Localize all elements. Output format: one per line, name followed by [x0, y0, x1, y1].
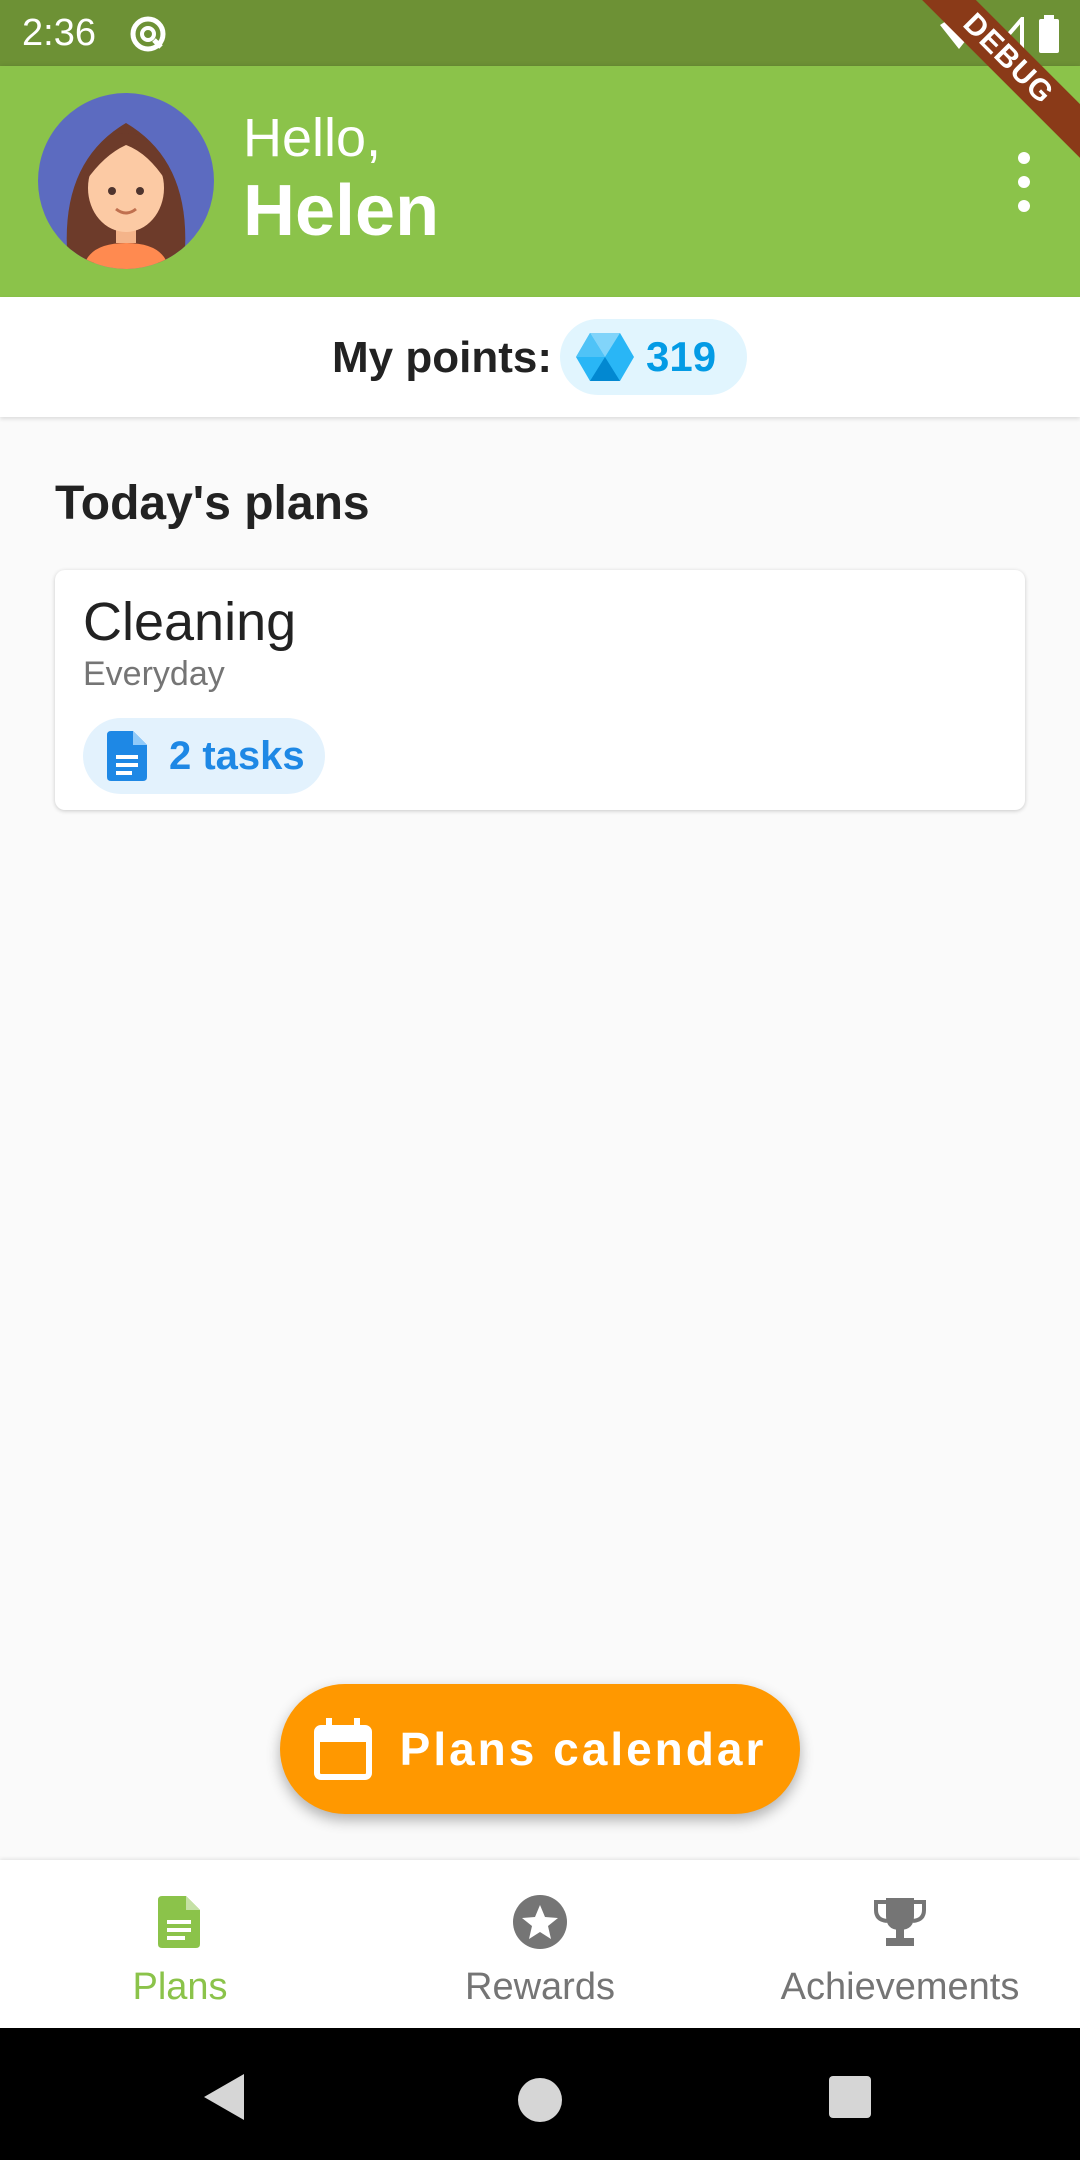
app-header: Hello, Helen [0, 66, 1080, 297]
calendar-icon [313, 1718, 372, 1780]
nav-label-plans: Plans [132, 1966, 228, 2008]
plan-card[interactable]: Cleaning Everyday 2 tasks [55, 570, 1025, 810]
points-badge[interactable]: 319 [560, 319, 747, 395]
plans-calendar-label: Plans calendar [399, 1723, 767, 1775]
trophy-icon [874, 1898, 926, 1946]
status-time: 2:36 [22, 12, 96, 54]
star-icon [513, 1895, 567, 1949]
wifi-icon [940, 18, 978, 49]
nav-item-plans[interactable]: Plans [0, 1860, 360, 2028]
signal-icon [994, 17, 1024, 51]
home-icon[interactable] [518, 2078, 562, 2122]
tasks-chip[interactable]: 2 tasks [83, 718, 325, 794]
more-vert-icon[interactable] [1008, 152, 1040, 212]
section-title: Today's plans [55, 477, 370, 530]
gem-icon [576, 333, 634, 381]
battery-icon [1039, 15, 1059, 53]
points-bar: My points: 319 [0, 297, 1080, 417]
avatar[interactable] [38, 93, 214, 269]
back-icon[interactable] [202, 2072, 246, 2122]
plans-calendar-button[interactable]: Plans calendar [280, 1684, 800, 1814]
system-navigation [0, 2028, 1080, 2160]
points-value: 319 [646, 333, 717, 380]
user-name: Helen [243, 171, 440, 251]
sync-icon [130, 16, 166, 52]
document-icon [107, 731, 147, 781]
status-bar: 2:36 [0, 0, 1080, 66]
plan-frequency: Everyday [83, 655, 225, 693]
nav-label-achievements: Achievements [780, 1966, 1020, 2008]
greeting-text: Hello, [243, 108, 382, 168]
nav-item-rewards[interactable]: Rewards [360, 1860, 720, 2028]
document-icon [158, 1896, 200, 1948]
tasks-label: 2 tasks [169, 733, 305, 778]
plan-name: Cleaning [83, 592, 297, 652]
recents-icon[interactable] [829, 2076, 871, 2118]
bottom-navigation: Plans Rewards Achievements [0, 1860, 1080, 2028]
points-label: My points: [332, 333, 552, 382]
nav-label-rewards: Rewards [465, 1966, 615, 2008]
nav-item-achievements[interactable]: Achievements [720, 1860, 1080, 2028]
